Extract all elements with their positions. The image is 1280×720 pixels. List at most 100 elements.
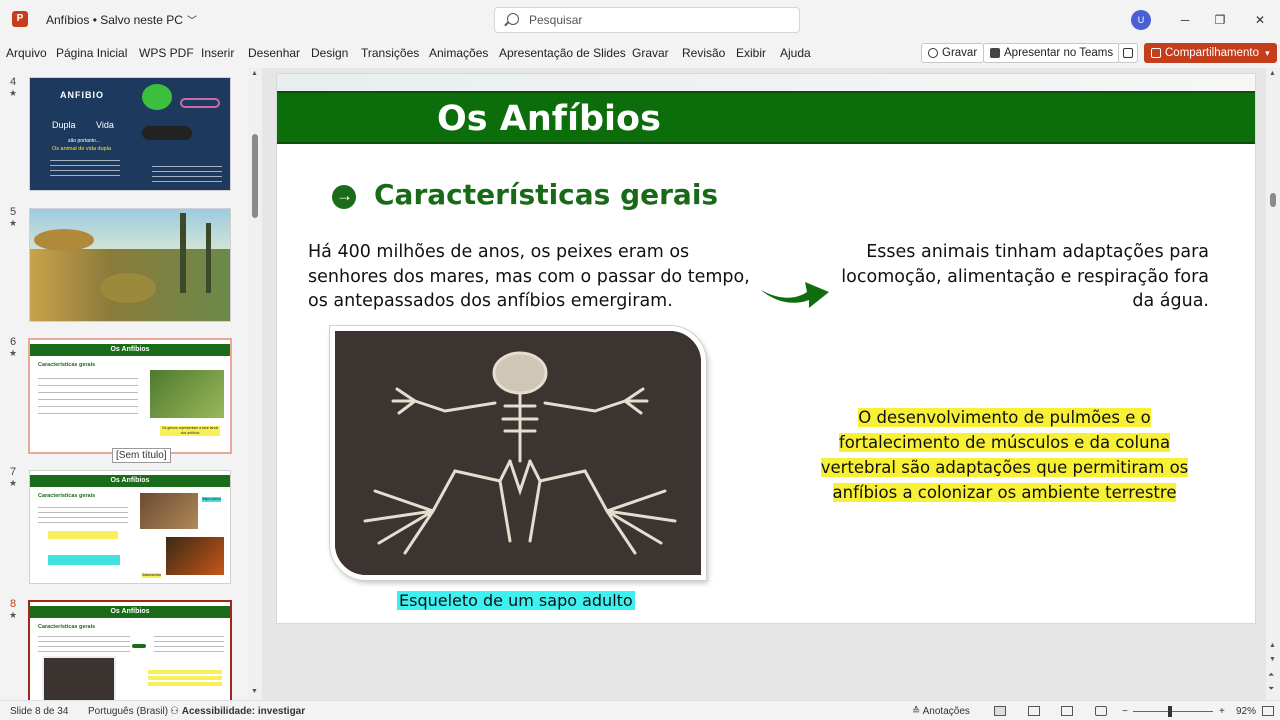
thumb7-highlight-1 xyxy=(48,531,118,539)
toad-photo xyxy=(140,493,198,529)
thumbnail-slide-6[interactable]: Os Anfíbios Características gerais Os gi… xyxy=(30,340,230,452)
scroll-down-icon[interactable]: ▼ xyxy=(251,688,258,695)
tree-trunk xyxy=(180,213,186,293)
minimize-button[interactable]: ─ xyxy=(1175,10,1195,30)
reading-view-icon[interactable] xyxy=(1061,706,1073,716)
curved-arrow-icon[interactable] xyxy=(761,270,829,310)
document-title[interactable]: Anfíbios • Salvo neste PC ﹀ xyxy=(46,12,197,27)
close-button[interactable]: ✕ xyxy=(1250,10,1270,30)
notes-label: Anotações xyxy=(922,706,970,717)
thumb4-title: ANFIBIO xyxy=(60,90,104,100)
scroll-up-icon[interactable]: ▲ xyxy=(1269,70,1276,77)
search-icon xyxy=(507,13,519,25)
notes-icon: ≙ xyxy=(912,706,921,717)
accessibility-status[interactable]: ⚇ Acessibilidade: investigar xyxy=(170,706,305,717)
scroll-up-icon[interactable]: ▲ xyxy=(1269,642,1276,649)
comments-button[interactable] xyxy=(1118,43,1138,63)
record-button[interactable]: Gravar xyxy=(921,43,985,63)
thumb8-band: Os Anfíbios xyxy=(30,606,230,618)
tab-desenhar[interactable]: Desenhar xyxy=(248,46,300,60)
tab-ajuda[interactable]: Ajuda xyxy=(780,46,811,60)
thumbnail-slide-5[interactable] xyxy=(30,209,230,321)
frog-skeleton-photo[interactable] xyxy=(330,326,706,580)
transition-star-icon: ★ xyxy=(9,88,18,98)
section-heading[interactable]: Características gerais xyxy=(374,178,718,211)
tab-design[interactable]: Design xyxy=(311,46,348,60)
transition-star-icon: ★ xyxy=(9,218,18,228)
thumb6-band: Os Anfíbios xyxy=(30,344,230,356)
salamander-photo xyxy=(166,537,224,575)
slide-thumbnails-panel[interactable]: 4 ★ ANFIBIO Dupla Vida são portanto... O… xyxy=(0,68,248,700)
right-paragraph[interactable]: Esses animais tinham adaptações para loc… xyxy=(839,240,1209,314)
editor-scrollbar[interactable]: ▲ ▲ ▼ ⏶ ⏷ xyxy=(1266,68,1280,700)
frog-illustration xyxy=(142,84,172,110)
amphibian-illustration-2 xyxy=(100,273,156,303)
tab-inserir[interactable]: Inserir xyxy=(201,46,234,60)
avatar[interactable]: U xyxy=(1131,10,1151,30)
thumbnail-slide-8[interactable]: Os Anfíbios Características gerais xyxy=(30,602,230,700)
tab-transicoes[interactable]: Transições xyxy=(361,46,419,60)
thumbnails-scrollbar[interactable]: ▲ ▼ xyxy=(248,68,262,700)
scrollbar-thumb[interactable] xyxy=(1270,193,1276,207)
tab-arquivo[interactable]: Arquivo xyxy=(6,46,47,60)
scroll-down-icon[interactable]: ▼ xyxy=(1269,656,1276,663)
zoom-slider-track[interactable] xyxy=(1133,711,1213,712)
maximize-button[interactable]: ❐ xyxy=(1210,10,1230,30)
slide-title[interactable]: Os Anfíbios xyxy=(437,99,661,139)
highlighted-textbox[interactable]: O desenvolvimento de pulmões e o fortale… xyxy=(807,405,1202,505)
thumb7-band: Os Anfíbios xyxy=(30,475,230,487)
thumb4-sub: são portanto... xyxy=(68,138,100,144)
thumb4-vida: Vida xyxy=(96,120,114,130)
thumb-number: 8 xyxy=(10,598,17,610)
highlight-line-3: vertebral são adaptações que permitiram … xyxy=(820,458,1189,477)
tab-animacoes[interactable]: Animações xyxy=(429,46,488,60)
normal-view-icon[interactable] xyxy=(994,706,1006,716)
thumbnail-slide-7[interactable]: Os Anfíbios Características gerais Sapo-… xyxy=(30,471,230,583)
highlight-line-2: fortalecimento de músculos e da coluna xyxy=(838,433,1171,452)
tab-exibir[interactable]: Exibir xyxy=(736,46,766,60)
scroll-up-icon[interactable]: ▲ xyxy=(251,70,258,77)
fit-to-window-icon[interactable] xyxy=(1262,706,1274,716)
tab-gravar[interactable]: Gravar xyxy=(632,46,669,60)
thumb6-text-block xyxy=(38,378,138,418)
share-chevron-icon: ▾ xyxy=(1265,48,1270,58)
zoom-in-icon[interactable]: + xyxy=(1219,706,1225,717)
left-paragraph[interactable]: Há 400 milhões de anos, os peixes eram o… xyxy=(308,240,768,314)
scrollbar-thumb[interactable] xyxy=(252,134,258,218)
transition-star-icon: ★ xyxy=(9,348,18,358)
thumbnail-slide-4[interactable]: ANFIBIO Dupla Vida são portanto... Os an… xyxy=(30,78,230,190)
search-input[interactable]: Pesquisar xyxy=(494,7,800,33)
title-band xyxy=(277,91,1255,144)
chevron-down-icon: ﹀ xyxy=(186,16,197,27)
thumb4-dupla: Dupla xyxy=(52,120,76,130)
language-indicator[interactable]: Português (Brasil) xyxy=(88,706,168,717)
powerpoint-logo-icon: P xyxy=(12,11,28,27)
record-icon xyxy=(928,48,938,58)
thumb7-cyan-1 xyxy=(48,555,120,565)
photo-caption[interactable]: Esqueleto de um sapo adulto xyxy=(397,591,635,610)
accessibility-icon: ⚇ xyxy=(170,706,179,717)
notes-button[interactable]: ≙ Anotações xyxy=(912,706,970,717)
slide-sorter-icon[interactable] xyxy=(1028,706,1040,716)
frog-skeleton-illustration xyxy=(335,331,701,575)
slide-canvas[interactable]: Os Anfíbios Características gerais Há 40… xyxy=(277,74,1255,623)
thumb4-sub2: Os animal de vida dupla xyxy=(52,146,112,152)
tab-revisao[interactable]: Revisão xyxy=(682,46,725,60)
present-teams-button[interactable]: Apresentar no Teams xyxy=(983,43,1121,63)
previous-slide-icon[interactable]: ⏶ xyxy=(1268,670,1274,680)
record-label: Gravar xyxy=(942,47,978,59)
next-slide-icon[interactable]: ⏷ xyxy=(1268,684,1274,694)
zoom-slider-handle[interactable] xyxy=(1168,706,1172,717)
share-button[interactable]: Compartilhamento ▾ xyxy=(1144,43,1277,63)
zoom-level[interactable]: 92% xyxy=(1236,706,1256,717)
zoom-out-icon[interactable]: − xyxy=(1122,706,1128,717)
slide-counter: Slide 8 de 34 xyxy=(10,706,69,717)
tab-pagina-inicial[interactable]: Página Inicial xyxy=(56,46,127,60)
tab-wps-pdf[interactable]: WPS PDF xyxy=(139,46,194,60)
slideshow-icon[interactable] xyxy=(1095,706,1107,716)
comment-icon xyxy=(1123,48,1133,58)
caecilian-illustration xyxy=(180,98,220,108)
amphibian-illustration xyxy=(34,229,94,251)
thumb-number: 6 xyxy=(10,336,17,348)
tab-apresentacao[interactable]: Apresentação de Slides xyxy=(499,46,626,60)
